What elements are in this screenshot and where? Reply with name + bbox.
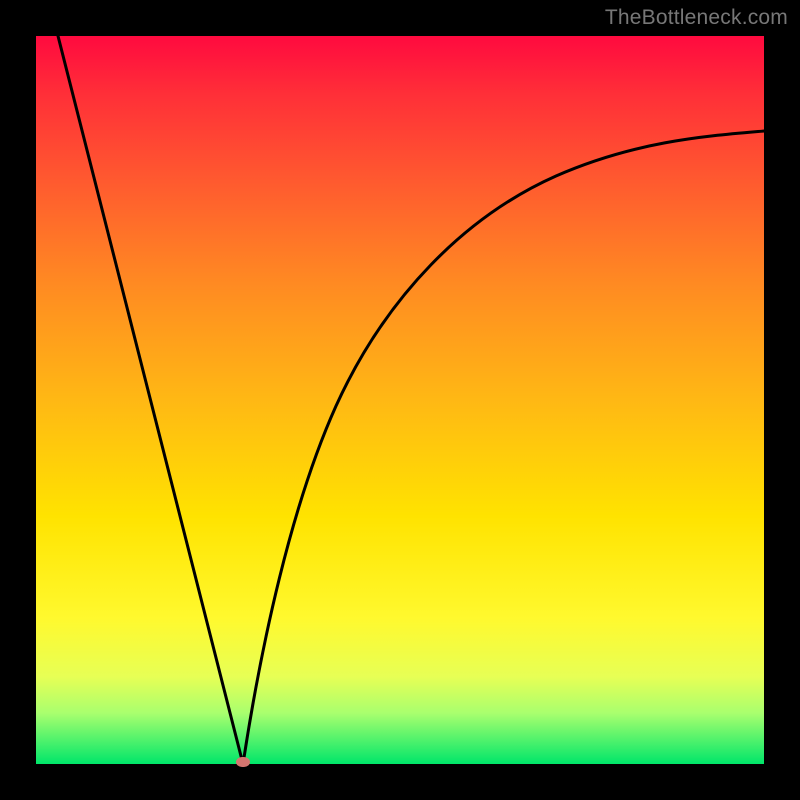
curve-right-branch [243, 131, 764, 764]
watermark-text: TheBottleneck.com [605, 6, 788, 30]
plot-area [36, 36, 764, 764]
curve-left-branch [58, 36, 243, 764]
chart-frame: TheBottleneck.com [0, 0, 800, 800]
minimum-marker [236, 757, 250, 767]
bottleneck-curve [36, 36, 764, 764]
